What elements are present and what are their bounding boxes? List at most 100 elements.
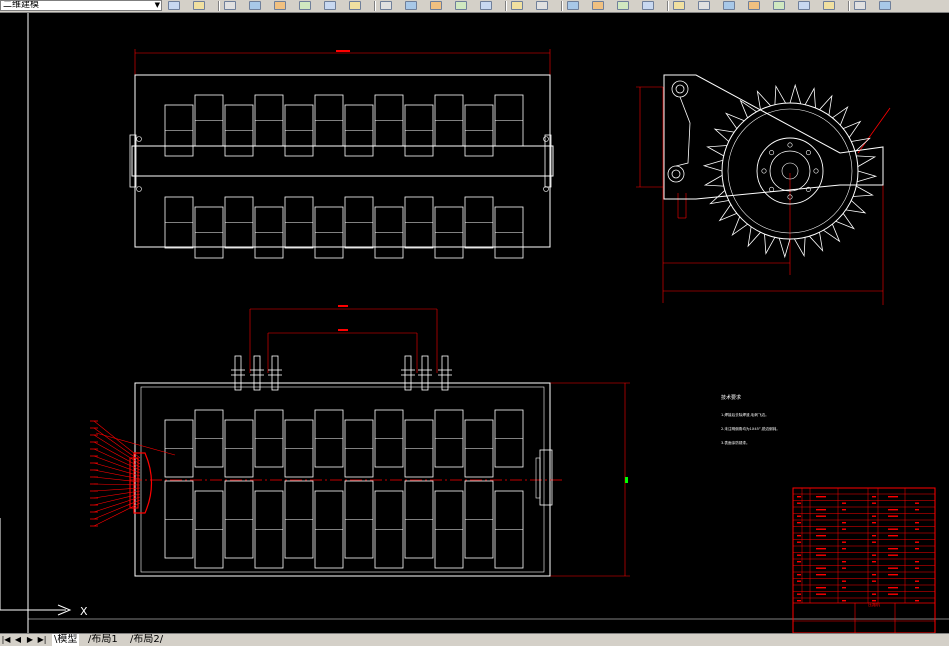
table-cell-text [915, 509, 919, 511]
table-cell-text [816, 554, 826, 556]
toolpalette-icon[interactable] [723, 1, 735, 10]
top-view [129, 49, 554, 259]
print-icon[interactable] [193, 1, 205, 10]
drawing-canvas[interactable]: 技术要求 1.焊接后去除焊渣,毛刺飞边。 2.未注明倒角均为1X45°,锐边倒钝… [0, 13, 949, 633]
drum-tooth [856, 155, 877, 167]
layout-tabs-bar: |◀ ◀ ▶ ▶| \模型 /布局1 /布局2/ [0, 633, 949, 646]
zoom-realtime-icon[interactable] [592, 1, 604, 10]
bolt [253, 355, 261, 391]
help-icon[interactable] [823, 1, 835, 10]
toolbar-separator [218, 1, 220, 11]
table-cell-text [797, 535, 801, 537]
table-cell-text [872, 541, 876, 543]
table-cell-text [842, 587, 846, 589]
layers-icon[interactable] [854, 1, 866, 10]
calc-icon[interactable] [168, 1, 180, 10]
lightbulb-icon[interactable] [879, 1, 891, 10]
tab-layout2-label: 布局2 [133, 634, 160, 645]
leader-line [93, 462, 141, 477]
tab-model[interactable]: \模型 [52, 634, 80, 646]
brush-icon[interactable] [480, 1, 492, 10]
table-cell-text [816, 528, 826, 530]
markup-icon[interactable] [773, 1, 785, 10]
table-cell-text [842, 502, 846, 504]
table-cell-text [872, 515, 876, 517]
next-tab-icon[interactable]: ▶ [25, 635, 35, 645]
zoom-window-icon[interactable] [617, 1, 629, 10]
table-cell-text [797, 574, 801, 576]
zoom-previous-icon[interactable] [642, 1, 654, 10]
copy-icon[interactable] [405, 1, 417, 10]
table-cell-text [797, 580, 801, 582]
table-cell-text [915, 548, 919, 550]
tab-layout2[interactable]: /布局2/ [130, 634, 163, 646]
drum-tooth [747, 226, 761, 248]
properties-icon[interactable] [673, 1, 685, 10]
table-cell-text [872, 561, 876, 563]
table-cell-text [816, 587, 826, 589]
table-cell-text [797, 600, 801, 602]
matchprop-icon[interactable] [455, 1, 467, 10]
new-icon[interactable] [224, 1, 236, 10]
table-cell-text [797, 554, 801, 556]
parts-list-table [793, 488, 936, 633]
bolt [271, 355, 279, 391]
publish-icon[interactable] [349, 1, 361, 10]
mounting-bolts [231, 355, 452, 391]
leader-line [93, 490, 141, 499]
table-cell-text [915, 528, 919, 530]
chevron-down-icon[interactable]: ▼ [155, 1, 160, 10]
preview-icon[interactable] [324, 1, 336, 10]
leader-line [93, 455, 141, 474]
table-cell-text [842, 580, 846, 582]
drum-tooth [845, 200, 867, 214]
table-cell-text [888, 496, 898, 498]
table-cell-text [797, 541, 801, 543]
first-tab-icon[interactable]: |◀ [1, 635, 11, 645]
table-cell-text [915, 522, 919, 524]
table-cell-text [888, 535, 898, 537]
pan-icon[interactable] [567, 1, 579, 10]
title-block: 压路机 [792, 487, 936, 633]
table-cell-text [816, 548, 826, 550]
table-cell-text [842, 509, 846, 511]
table-cell-text [888, 567, 898, 569]
toolbar-separator [561, 1, 563, 11]
last-tab-icon[interactable]: ▶| [37, 635, 47, 645]
leader-line [93, 483, 141, 486]
ucs-icon: X [0, 518, 88, 618]
table-cell-text [797, 522, 801, 524]
bolt-hole [769, 150, 775, 156]
designcenter-icon[interactable] [698, 1, 710, 10]
table-cell-text [842, 541, 846, 543]
table-cell-text [888, 548, 898, 550]
grip-point[interactable] [625, 477, 628, 483]
save-icon[interactable] [274, 1, 286, 10]
open-icon[interactable] [249, 1, 261, 10]
toolbar-separator [848, 1, 850, 11]
paste-icon[interactable] [430, 1, 442, 10]
redo-icon[interactable] [536, 1, 548, 10]
drum-tooth [835, 213, 856, 230]
table-cell-text [915, 561, 919, 563]
table-cell-text [888, 574, 898, 576]
plot-icon[interactable] [299, 1, 311, 10]
side-view [636, 74, 891, 305]
workspace-dropdown[interactable]: 二维建模 ▼ [0, 0, 162, 11]
drum-tooth [843, 120, 862, 138]
leader-line [93, 427, 141, 462]
sheetset-icon[interactable] [748, 1, 760, 10]
undo-icon[interactable] [511, 1, 523, 10]
cut-icon[interactable] [380, 1, 392, 10]
calculator-icon[interactable] [798, 1, 810, 10]
tab-layout1[interactable]: /布局1 [88, 634, 118, 646]
top-drum-pads-lower [164, 196, 524, 259]
drum-tooth [819, 94, 833, 116]
prev-tab-icon[interactable]: ◀ [13, 635, 23, 645]
drum-tooth [731, 216, 748, 237]
leader-line [93, 441, 141, 468]
drum-tooth [718, 204, 737, 222]
table-cell-text [872, 535, 876, 537]
table-cell-text [816, 509, 826, 511]
technical-notes: 技术要求 1.焊接后去除焊渣,毛刺飞边。 2.未注明倒角均为1X45°,锐边倒钝… [721, 394, 780, 445]
